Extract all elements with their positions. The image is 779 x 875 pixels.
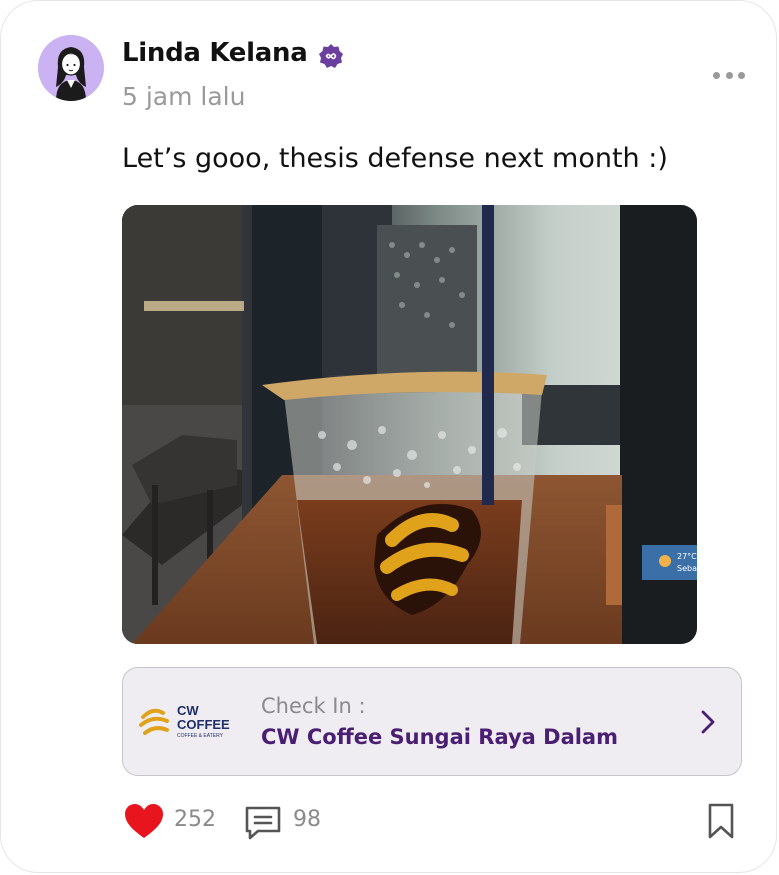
post-card: Linda Kelana 5 jam lalu Let’s gooo, thes… <box>0 0 777 873</box>
comment-count: 98 <box>293 807 321 832</box>
like-count: 252 <box>174 807 216 832</box>
svg-text:COFFEE & EATERY: COFFEE & EATERY <box>177 733 224 739</box>
heart-icon[interactable] <box>123 802 165 840</box>
post-text: Let’s gooo, thesis defense next month :) <box>122 143 668 174</box>
more-dot <box>725 71 733 79</box>
chevron-right-icon[interactable] <box>695 708 721 736</box>
checkin-place-name: CW Coffee Sungai Raya Dalam <box>261 725 618 749</box>
more-horizontal-icon[interactable] <box>713 67 745 83</box>
cw-coffee-logo: CW COFFEE COFFEE & EATERY <box>139 703 230 739</box>
bookmark-icon[interactable] <box>707 802 735 840</box>
more-dot <box>738 71 745 79</box>
post-photo[interactable]: 27°C Seba <box>122 205 697 644</box>
author-name[interactable]: Linda Kelana <box>122 38 308 68</box>
svg-text:CW: CW <box>177 703 199 718</box>
laptop-weather-text: Seba <box>677 564 697 573</box>
more-dot <box>713 71 720 79</box>
laptop-temp: 27°C <box>677 552 697 561</box>
checkin-card[interactable]: CW COFFEE COFFEE & EATERY Check In : CW … <box>122 667 742 776</box>
checkin-label: Check In : <box>261 694 366 718</box>
svg-text:COFFEE: COFFEE <box>177 717 230 732</box>
post-timestamp: 5 jam lalu <box>122 82 246 111</box>
verified-badge-icon <box>319 44 343 68</box>
comment-icon[interactable] <box>244 804 282 842</box>
avatar[interactable] <box>38 35 104 101</box>
